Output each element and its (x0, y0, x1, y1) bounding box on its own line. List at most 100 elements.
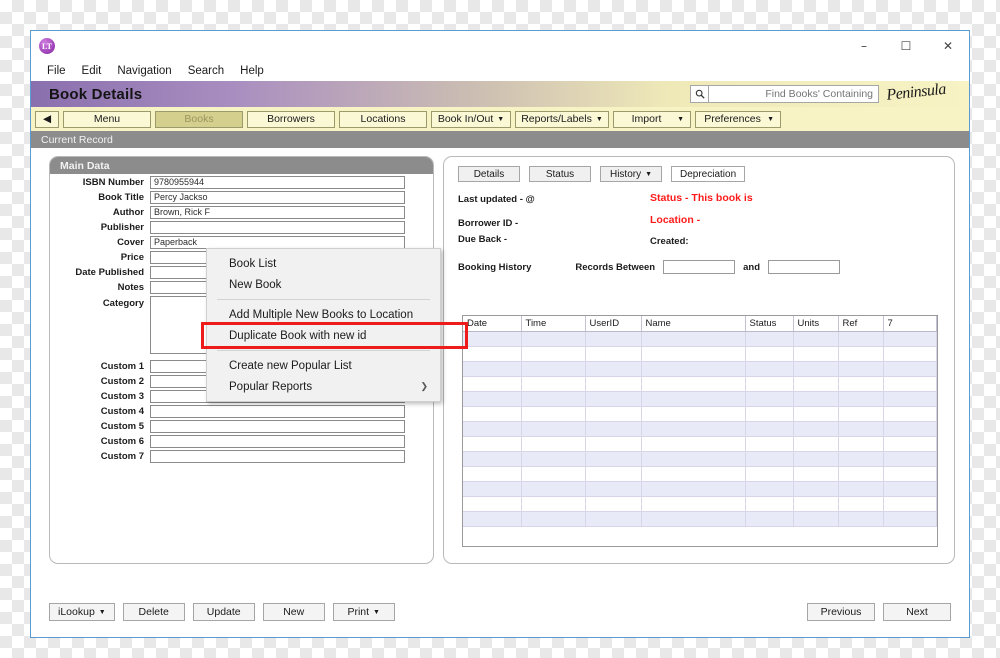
table-cell[interactable] (838, 361, 884, 377)
table-cell[interactable] (585, 331, 642, 347)
table-cell[interactable] (793, 466, 839, 482)
table-cell[interactable] (793, 346, 839, 362)
table-cell[interactable] (521, 466, 586, 482)
table-cell[interactable] (585, 481, 642, 497)
table-cell[interactable] (463, 481, 522, 497)
search-icon[interactable] (690, 85, 709, 103)
toolbar-button-locations[interactable]: Locations (339, 110, 427, 128)
input-custom-4[interactable] (150, 405, 405, 418)
table-cell[interactable] (585, 376, 642, 392)
table-cell[interactable] (793, 406, 839, 422)
table-cell[interactable] (641, 361, 746, 377)
column-header-time[interactable]: Time (521, 316, 586, 332)
table-cell[interactable] (745, 481, 794, 497)
table-cell[interactable] (463, 421, 522, 437)
table-cell[interactable] (463, 436, 522, 452)
back-arrow-icon[interactable]: ◀ (35, 110, 59, 128)
table-cell[interactable] (793, 391, 839, 407)
table-cell[interactable] (745, 331, 794, 347)
table-cell[interactable] (521, 391, 586, 407)
table-cell[interactable] (745, 436, 794, 452)
table-cell[interactable] (745, 511, 794, 527)
books-dropdown-menu[interactable]: Book List New Book Add Multiple New Book… (206, 248, 441, 402)
input-isbn-number[interactable]: 9780955944 (150, 176, 405, 189)
table-cell[interactable] (463, 361, 522, 377)
table-cell[interactable] (641, 331, 746, 347)
table-cell[interactable] (641, 436, 746, 452)
toolbar-button-books[interactable]: Books (155, 110, 243, 128)
table-cell[interactable] (641, 481, 746, 497)
table-cell[interactable] (745, 406, 794, 422)
table-cell[interactable] (883, 406, 937, 422)
column-header-name[interactable]: Name (641, 316, 746, 332)
table-cell[interactable] (463, 451, 522, 467)
table-cell[interactable] (793, 331, 839, 347)
table-cell[interactable] (641, 391, 746, 407)
table-cell[interactable] (793, 511, 839, 527)
table-cell[interactable] (463, 331, 522, 347)
records-to-input[interactable] (768, 260, 840, 274)
print-button[interactable]: Print ▼ (332, 603, 395, 621)
table-cell[interactable] (745, 346, 794, 362)
table-cell[interactable] (463, 511, 522, 527)
tab-depreciation[interactable]: Depreciation (671, 166, 746, 182)
input-custom-6[interactable] (150, 435, 405, 448)
table-cell[interactable] (838, 391, 884, 407)
table-cell[interactable] (641, 496, 746, 512)
records-from-input[interactable] (663, 260, 736, 274)
menu-item-help[interactable]: Help (232, 63, 272, 79)
column-header-status[interactable]: Status (745, 316, 794, 332)
previous-button[interactable]: Previous (807, 603, 875, 621)
ilookup-button[interactable]: iLookup ▼ (49, 603, 115, 621)
menu-option-popular-reports[interactable]: Popular Reports ❯ (207, 376, 440, 397)
table-cell[interactable] (793, 376, 839, 392)
toolbar-button-menu[interactable]: Menu (63, 110, 151, 128)
table-row[interactable] (463, 331, 937, 347)
table-row[interactable] (463, 346, 937, 362)
table-cell[interactable] (521, 346, 586, 362)
column-header-seven[interactable]: 7 (883, 316, 937, 332)
table-cell[interactable] (838, 496, 884, 512)
table-cell[interactable] (883, 466, 937, 482)
update-button[interactable]: Update (192, 603, 255, 621)
table-cell[interactable] (838, 466, 884, 482)
menu-item-file[interactable]: File (39, 63, 74, 79)
table-cell[interactable] (883, 496, 937, 512)
table-cell[interactable] (745, 466, 794, 482)
table-cell[interactable] (793, 451, 839, 467)
table-cell[interactable] (883, 481, 937, 497)
table-cell[interactable] (521, 361, 586, 377)
table-row[interactable] (463, 391, 937, 407)
table-row[interactable] (463, 376, 937, 392)
table-cell[interactable] (585, 466, 642, 482)
table-cell[interactable] (745, 376, 794, 392)
column-header-userid[interactable]: UserID (585, 316, 642, 332)
table-cell[interactable] (883, 361, 937, 377)
table-row[interactable] (463, 406, 937, 422)
table-cell[interactable] (641, 421, 746, 437)
search-input[interactable] (709, 85, 879, 103)
table-row[interactable] (463, 481, 937, 497)
menu-option-book-list[interactable]: Book List (207, 253, 440, 274)
table-row[interactable] (463, 511, 937, 527)
table-cell[interactable] (641, 511, 746, 527)
table-cell[interactable] (793, 361, 839, 377)
input-book-title[interactable]: Percy Jackso (150, 191, 405, 204)
toolbar-button-preferences[interactable]: Preferences ▼ (695, 110, 781, 128)
table-cell[interactable] (521, 496, 586, 512)
table-cell[interactable] (521, 511, 586, 527)
table-cell[interactable] (585, 511, 642, 527)
menu-option-add-multiple-new-books-to-location[interactable]: Add Multiple New Books to Location (207, 304, 440, 325)
table-cell[interactable] (641, 346, 746, 362)
menu-item-navigation[interactable]: Navigation (109, 63, 179, 79)
toolbar-button-import[interactable]: Import ▼ (613, 110, 691, 128)
toolbar-button-borrowers[interactable]: Borrowers (247, 110, 335, 128)
table-cell[interactable] (463, 376, 522, 392)
input-author[interactable]: Brown, Rick F (150, 206, 405, 219)
table-cell[interactable] (521, 331, 586, 347)
table-cell[interactable] (521, 436, 586, 452)
table-cell[interactable] (745, 496, 794, 512)
delete-button[interactable]: Delete (122, 603, 185, 621)
table-cell[interactable] (883, 346, 937, 362)
table-cell[interactable] (585, 451, 642, 467)
